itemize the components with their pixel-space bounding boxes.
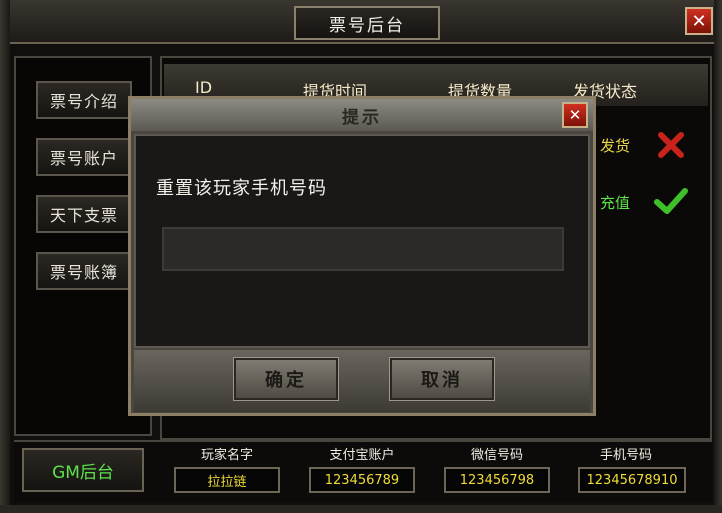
field-label-phone: 手机号码 [599,448,652,463]
dialog-title: 提示 [342,107,382,128]
dialog-message: 重置该玩家手机号码 [156,178,327,199]
field-label-alipay: 支付宝账户 [329,448,395,463]
window-right-frame [714,0,722,513]
window-left-frame [0,0,10,513]
field-label-wechat: 微信号码 [470,448,523,463]
sidebar-item-ticket-intro[interactable]: 票号介绍 [36,81,132,119]
field-phone[interactable]: 12345678910 [578,467,686,493]
cancel-button[interactable]: 取消 [389,357,495,401]
sidebar-item-ticket-account[interactable]: 票号账户 [36,138,132,176]
confirm-button[interactable]: 确定 [233,357,339,401]
check-icon[interactable] [654,186,688,216]
gm-admin-button[interactable]: GM后台 [22,448,144,492]
cross-icon[interactable] [656,130,686,160]
field-alipay[interactable]: 123456789 [309,467,415,493]
sidebar-item-ticket-ledger[interactable]: 票号账簿 [36,252,132,290]
field-label-player-name: 玩家名字 [200,448,253,463]
close-icon: ✕ [568,106,582,124]
sidebar-item-world-cheque[interactable]: 天下支票 [36,195,132,233]
window-bottom-frame [0,505,722,513]
window-close-button[interactable]: ✕ [685,7,713,35]
dialog-close-button[interactable]: ✕ [562,102,588,128]
phone-reset-input[interactable] [162,227,564,271]
field-wechat[interactable]: 123456798 [444,467,550,493]
field-player-name[interactable]: 拉拉链 [174,467,280,493]
status-cell: 充值 [600,194,631,212]
window-title: 票号后台 [294,6,440,40]
status-cell: 发货 [600,137,631,155]
column-header-id: ID [195,78,213,97]
close-icon: ✕ [691,10,707,32]
dialog-footer [134,350,590,412]
